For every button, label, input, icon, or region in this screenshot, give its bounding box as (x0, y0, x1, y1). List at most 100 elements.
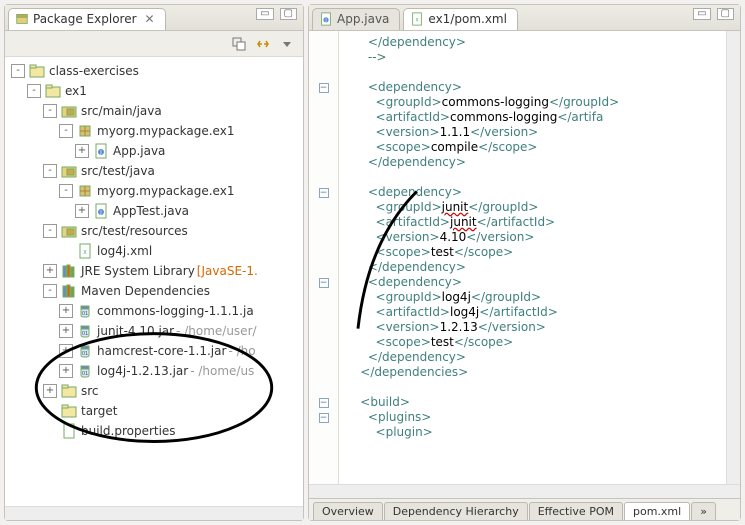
editor-v-scrollbar[interactable] (726, 31, 740, 484)
editor-tab[interactable]: Xex1/pom.xml (403, 8, 518, 30)
tree-node[interactable]: -myorg.mypackage.ex1 (9, 181, 303, 201)
tree-node[interactable]: +01log4j-1.2.13.jar - /home/us (9, 361, 303, 381)
expand-toggle[interactable]: + (59, 304, 73, 318)
code-token: <artifactId> (376, 215, 450, 229)
tree-node[interactable]: -myorg.mypackage.ex1 (9, 121, 303, 141)
tree-node[interactable]: - src/test/java (9, 161, 303, 181)
fold-toggle[interactable]: − (319, 83, 329, 93)
minimize-icon[interactable]: ▭ (256, 8, 273, 20)
tree-node[interactable]: Xlog4j.xml (9, 241, 303, 261)
code-token: <groupId> (376, 200, 442, 214)
fold-toggle[interactable]: − (319, 398, 329, 408)
code-line: <version>4.10</version> (345, 230, 720, 245)
tree-node-label: src/test/java (81, 164, 155, 178)
tree-node[interactable]: +01commons-logging-1.1.1.ja (9, 301, 303, 321)
code-token: <scope> (376, 140, 431, 154)
code-line (345, 65, 720, 80)
editor-bottom-tab[interactable]: Dependency Hierarchy (384, 502, 528, 520)
editor-bottom-tab[interactable]: Effective POM (529, 502, 623, 520)
code-line: <groupId>log4j</groupId> (345, 290, 720, 305)
svg-text:X: X (83, 250, 87, 256)
tree-node[interactable]: -ex1 (9, 81, 303, 101)
code-token: </groupId> (468, 200, 538, 214)
package-explorer-tree[interactable]: -class-exercises-ex1-src/main/java-myorg… (5, 57, 303, 506)
collapse-toggle[interactable]: - (59, 124, 73, 138)
tree-node[interactable]: -src/main/java (9, 101, 303, 121)
code-token: </artifactId> (477, 215, 556, 229)
fold-toggle[interactable]: − (319, 278, 329, 288)
collapse-toggle[interactable]: - (43, 224, 57, 238)
folder-icon (61, 403, 77, 419)
source-folder-icon (61, 163, 77, 179)
editor-gutter[interactable]: − − − − − (309, 31, 339, 484)
collapse-toggle[interactable]: - (27, 84, 41, 98)
editor-code[interactable]: </dependency> --> <dependency> <groupId>… (339, 31, 726, 484)
expand-toggle[interactable]: + (75, 144, 89, 158)
fold-toggle[interactable]: − (319, 188, 329, 198)
tree-node[interactable]: +JRE System Library [JavaSE-1. (9, 261, 303, 281)
svg-text:01: 01 (82, 311, 88, 317)
expand-toggle[interactable]: + (43, 384, 57, 398)
collapse-toggle[interactable]: - (43, 104, 57, 118)
code-line: <scope>compile</scope> (345, 140, 720, 155)
jar-icon: 01 (77, 343, 93, 359)
more-tabs-icon[interactable]: » (691, 502, 716, 520)
tree-node-label: class-exercises (49, 64, 139, 78)
link-editor-icon[interactable] (255, 36, 271, 52)
expand-toggle[interactable]: + (59, 324, 73, 338)
tree-node-label: Maven Dependencies (81, 284, 210, 298)
code-line: <version>1.1.1</version> (345, 125, 720, 140)
editor-tab[interactable]: JApp.java (312, 8, 400, 30)
tree-node[interactable]: +src (9, 381, 303, 401)
tree-node[interactable]: target (9, 401, 303, 421)
editor-window-controls: ▭ ▢ (693, 8, 734, 20)
editor-scroll[interactable]: − − − − − </dependency> --> <dependency> <gr… (309, 31, 740, 484)
tree-node[interactable]: build.properties (9, 421, 303, 441)
tree-node[interactable]: +01hamcrest-core-1.1.jar - /ho (9, 341, 303, 361)
package-icon (77, 183, 93, 199)
code-token: </version> (470, 125, 538, 139)
tree-node[interactable]: +JAppTest.java (9, 201, 303, 221)
code-line (345, 170, 720, 185)
collapse-toggle[interactable]: - (43, 164, 57, 178)
xml-file-icon: X (77, 243, 93, 259)
code-token: </dependency> (368, 155, 466, 169)
package-icon (77, 123, 93, 139)
maximize-icon[interactable]: ▢ (280, 8, 297, 20)
package-explorer-tab[interactable]: Package Explorer ✕ (8, 8, 166, 30)
code-token: <artifactId> (376, 305, 450, 319)
code-token: </artifactId> (479, 305, 558, 319)
code-token: <artifactId> (376, 110, 450, 124)
editor-bottom-tab[interactable]: pom.xml (624, 502, 690, 520)
code-token: junit (442, 200, 469, 214)
tree-h-scrollbar[interactable] (5, 506, 303, 520)
code-token: </scope> (478, 140, 537, 154)
code-token: <plugin> (376, 425, 433, 439)
tree-node[interactable]: - class-exercises (9, 61, 303, 81)
tree-node[interactable]: -src/test/resources (9, 221, 303, 241)
fold-toggle[interactable]: − (319, 413, 329, 423)
editor-bottom-tab[interactable]: Overview (313, 502, 383, 520)
view-menu-icon[interactable] (279, 36, 295, 52)
close-icon[interactable]: ✕ (145, 12, 155, 26)
maximize-icon[interactable]: ▢ (717, 8, 734, 20)
collapse-toggle[interactable]: - (59, 184, 73, 198)
collapse-toggle[interactable]: - (11, 64, 25, 78)
expand-toggle[interactable]: + (43, 264, 57, 278)
tree-node[interactable]: +JApp.java (9, 141, 303, 161)
expand-toggle[interactable]: + (59, 364, 73, 378)
tree-node[interactable]: +01junit-4.10.jar - /home/user/ (9, 321, 303, 341)
code-token: <version> (376, 320, 440, 334)
editor-h-scrollbar[interactable] (309, 484, 740, 498)
tree-node[interactable]: - Maven Dependencies (9, 281, 303, 301)
code-token: test (431, 335, 454, 349)
collapse-all-icon[interactable] (231, 36, 247, 52)
collapse-toggle[interactable]: - (43, 284, 57, 298)
minimize-icon[interactable]: ▭ (693, 8, 710, 20)
tree-spacer (43, 424, 57, 438)
java-file-icon: J (93, 143, 109, 159)
expand-toggle[interactable]: + (59, 344, 73, 358)
code-line: </dependency> (345, 350, 720, 365)
expand-toggle[interactable]: + (75, 204, 89, 218)
code-line: <plugin> (345, 425, 720, 440)
